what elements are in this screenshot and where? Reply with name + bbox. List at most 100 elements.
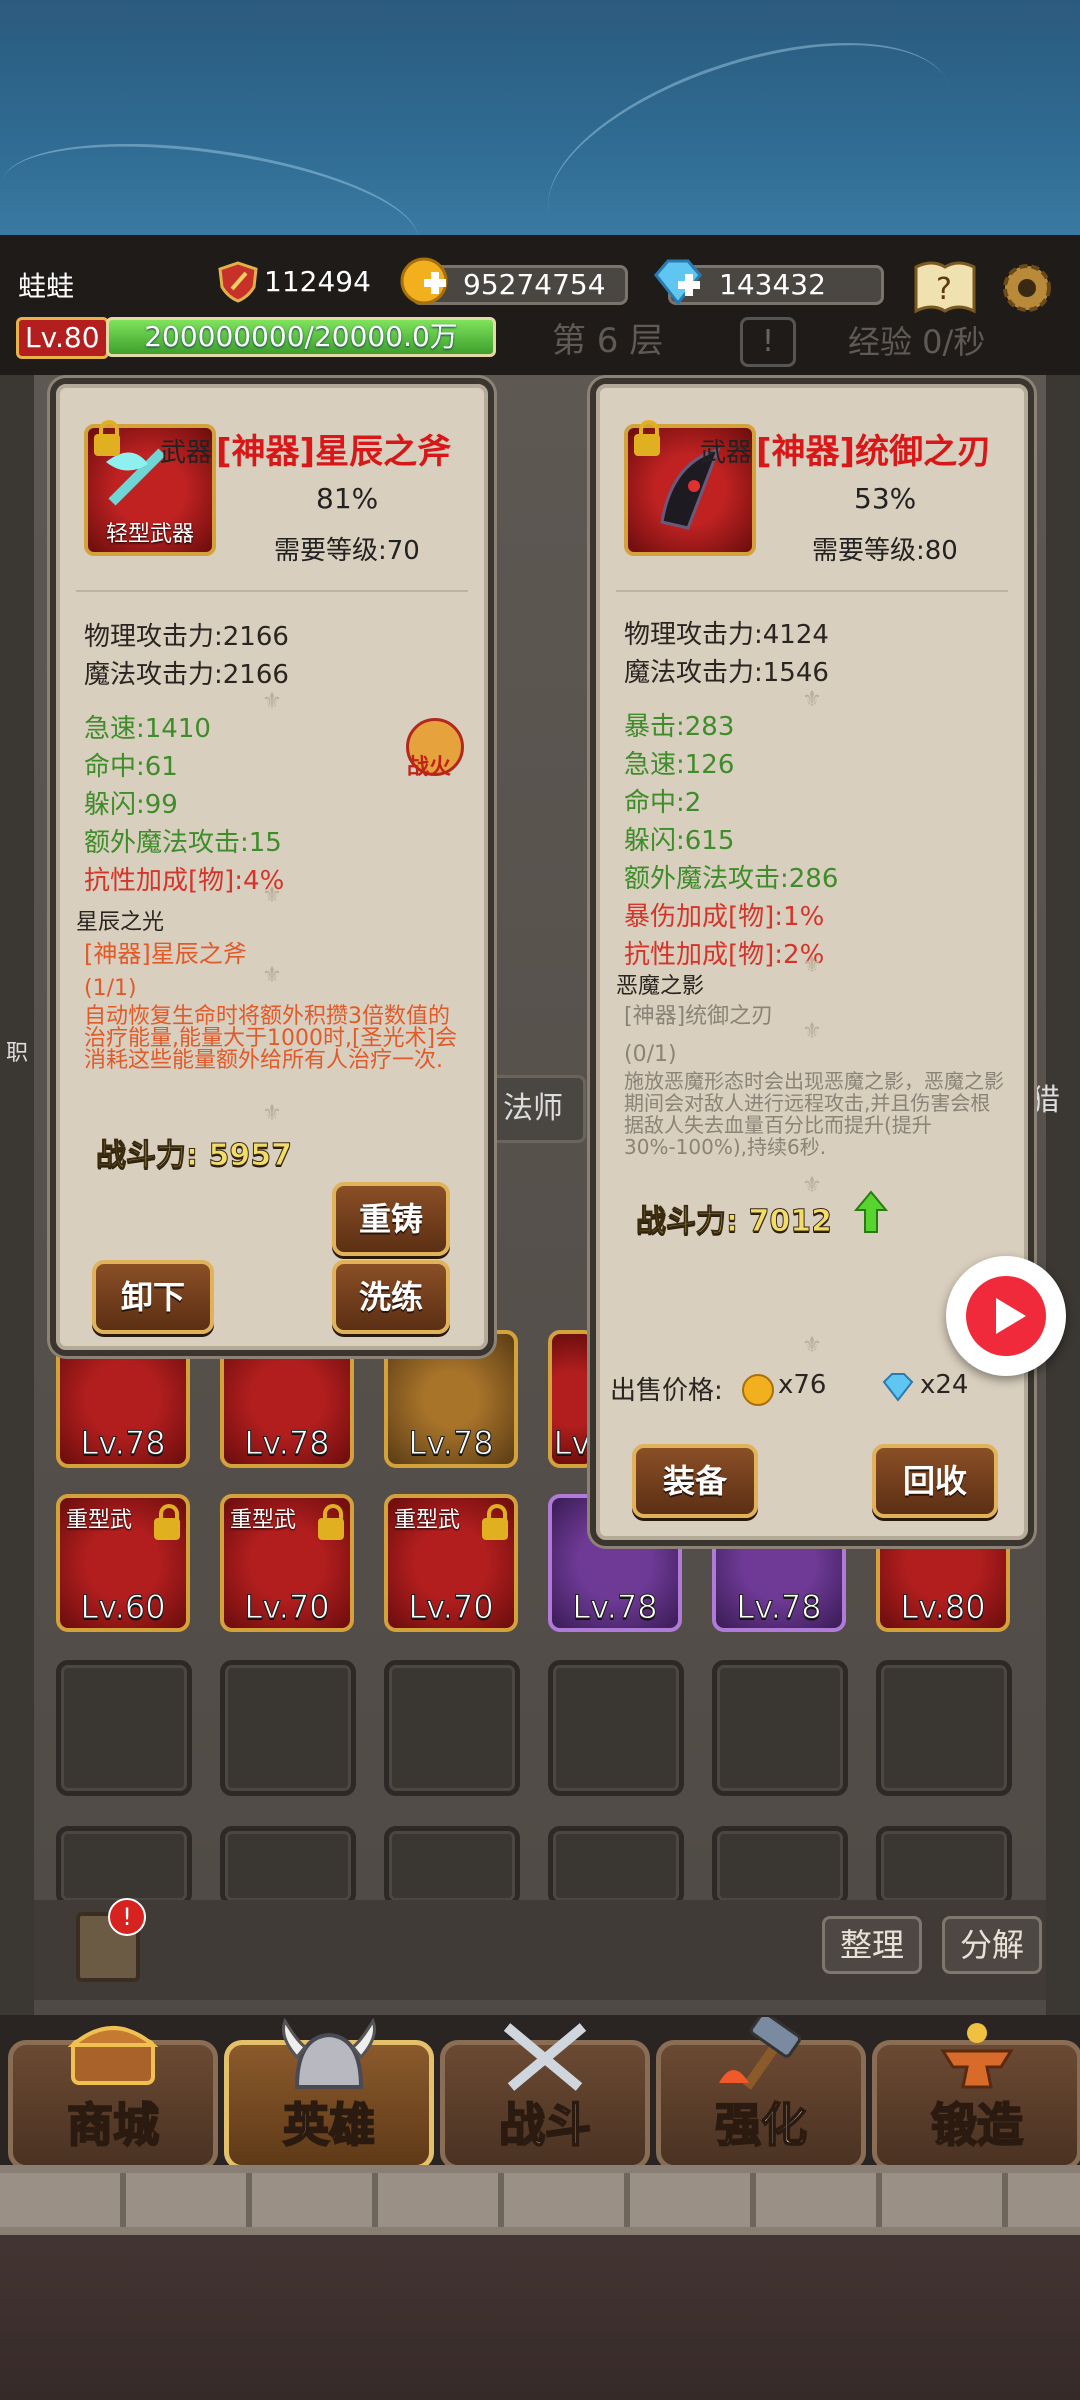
upgrade-arrow-icon [854,1190,888,1233]
sell-gem-value: x24 [920,1370,969,1400]
empty-slot[interactable] [56,1826,192,1906]
empty-slot[interactable] [876,1660,1012,1796]
item-title: [神器]统御之刃 [756,432,992,472]
stat-line: 额外魔法攻击:286 [624,864,839,894]
fleur-ornament: ⚜ [802,1333,822,1358]
stat-line: 命中:61 [84,752,178,782]
nav-label: 英雄 [282,2097,376,2153]
stat-line: 急速:1410 [84,714,211,744]
anvil-icon [940,2023,1014,2089]
required-level: 需要等级:80 [812,536,958,566]
empty-slot[interactable] [712,1826,848,1906]
nav-enhance[interactable]: 强化 [656,2017,866,2170]
player-name: 蛙蛙 [18,270,75,303]
equip-button[interactable]: 装备 [632,1444,758,1518]
empty-slot[interactable] [384,1660,520,1796]
fleur-ornament: ⚜ [802,953,822,978]
empty-slot[interactable] [384,1826,520,1906]
refine-button[interactable]: 洗练 [332,1260,450,1334]
stat-line: 躲闪:615 [624,826,735,856]
exp-bar: 200000000/20000.0万 [106,317,496,357]
empty-slot[interactable] [220,1660,356,1796]
nav-label: 商城 [66,2097,160,2153]
nav-shop[interactable]: 商城 [8,2026,218,2170]
empty-slot[interactable] [548,1826,684,1906]
item-level: Lv.60 [80,1588,166,1627]
hidden-label: 职 [6,1041,29,1066]
level-badge: Lv.80 [16,317,109,359]
inventory-item[interactable]: 重型武 Lv.70 [220,1494,354,1632]
fleur-ornament: ⚜ [262,689,282,714]
lock-icon [482,1504,508,1540]
right-frame [1046,375,1080,2015]
stat-line: 魔法攻击力:2166 [84,660,289,690]
stat-line: 暴伤加成[物]:1% [624,902,825,932]
badge-label: 战火 [407,755,452,780]
reforge-button[interactable]: 重铸 [332,1182,450,1256]
nav-label: 战斗 [498,2097,592,2153]
lock-icon[interactable] [634,420,660,456]
item-level: Lv.80 [900,1588,986,1627]
lock-icon[interactable] [94,420,120,456]
required-level: 需要等级:70 [274,536,420,566]
item-level: Lv.78 [80,1424,166,1463]
treasure-chest-icon [67,2026,159,2085]
item-type: 轻型武器 [105,522,194,547]
set-name: 恶魔之影 [616,974,705,999]
empty-slot[interactable] [712,1660,848,1796]
stat-line: 抗性加成[物]:4% [84,866,285,896]
compare-item-panel: 武器 [神器]统御之刃 53% 需要等级:80 物理攻击力:4124 魔法攻击力… [590,378,1034,1546]
ground-decoration [0,2235,1080,2400]
notification-badge: ! [108,1898,146,1936]
gold-value: 95274754 [463,268,606,301]
class-tab-mage[interactable]: 法师 [480,1075,586,1143]
combat-power: 战斗力: 5957 [96,1138,293,1174]
gold-add-icon[interactable] [398,255,454,307]
lock-icon [318,1504,344,1540]
top-status-bar: 蛙蛙 112494 95274754 143432 ? Lv.80 200000… [0,235,1080,375]
inventory-item[interactable]: 重型武 Lv.60 [56,1494,190,1632]
sell-gold-value: x76 [778,1370,827,1400]
sky-background [0,0,1080,304]
item-category: 武器 [700,438,753,468]
fleur-ornament: ⚜ [802,687,822,712]
lock-icon [154,1504,180,1540]
item-title: [神器]星辰之斧 [216,432,452,472]
item-tag: 重型武 [230,1508,297,1533]
empty-slot[interactable] [220,1826,356,1906]
diamond-add-icon[interactable] [650,255,706,307]
decompose-button[interactable]: 分解 [942,1916,1042,1974]
exp-rate-label: 经验 0/秒 [848,323,986,361]
diamond-icon [882,1373,914,1402]
inventory-item[interactable]: 重型武 Lv.70 [384,1494,518,1632]
empty-slot[interactable] [876,1826,1012,1906]
empty-slot[interactable] [548,1660,684,1796]
item-level: Lv.78 [572,1588,658,1627]
sell-price-label: 出售价格: [610,1376,723,1406]
item-percent: 81% [316,482,379,515]
nav-hero[interactable]: 英雄 [224,2017,434,2170]
inventory-item[interactable]: Lv [548,1330,596,1468]
stat-line: 暴击:283 [624,712,735,742]
gold-coin-icon [742,1374,774,1406]
unequip-button[interactable]: 卸下 [92,1260,214,1334]
nav-forge[interactable]: 锻造 [872,2023,1080,2170]
item-tag: 重型武 [394,1508,461,1533]
fleur-ornament: ⚜ [262,883,282,908]
viking-helmet-icon [282,2017,376,2089]
quest-book-icon[interactable]: ? [912,257,978,315]
item-level: Lv.70 [408,1588,494,1627]
recycle-button[interactable]: 回收 [872,1444,998,1518]
battle-fire-badge: 战火 [406,718,464,780]
empty-slot[interactable] [56,1660,192,1796]
set-name: 星辰之光 [76,910,165,935]
shield-icon [218,261,258,303]
nav-label: 强化 [714,2097,808,2153]
settings-gear-icon[interactable] [996,257,1058,319]
alert-icon[interactable]: ! [740,317,796,367]
nav-battle[interactable]: 战斗 [440,2023,650,2170]
class-tab-hunter[interactable]: 猎 [1030,1075,1060,1119]
video-ad-button[interactable] [946,1256,1066,1376]
stat-line: 躲闪:99 [84,790,178,820]
sort-button[interactable]: 整理 [822,1916,922,1974]
